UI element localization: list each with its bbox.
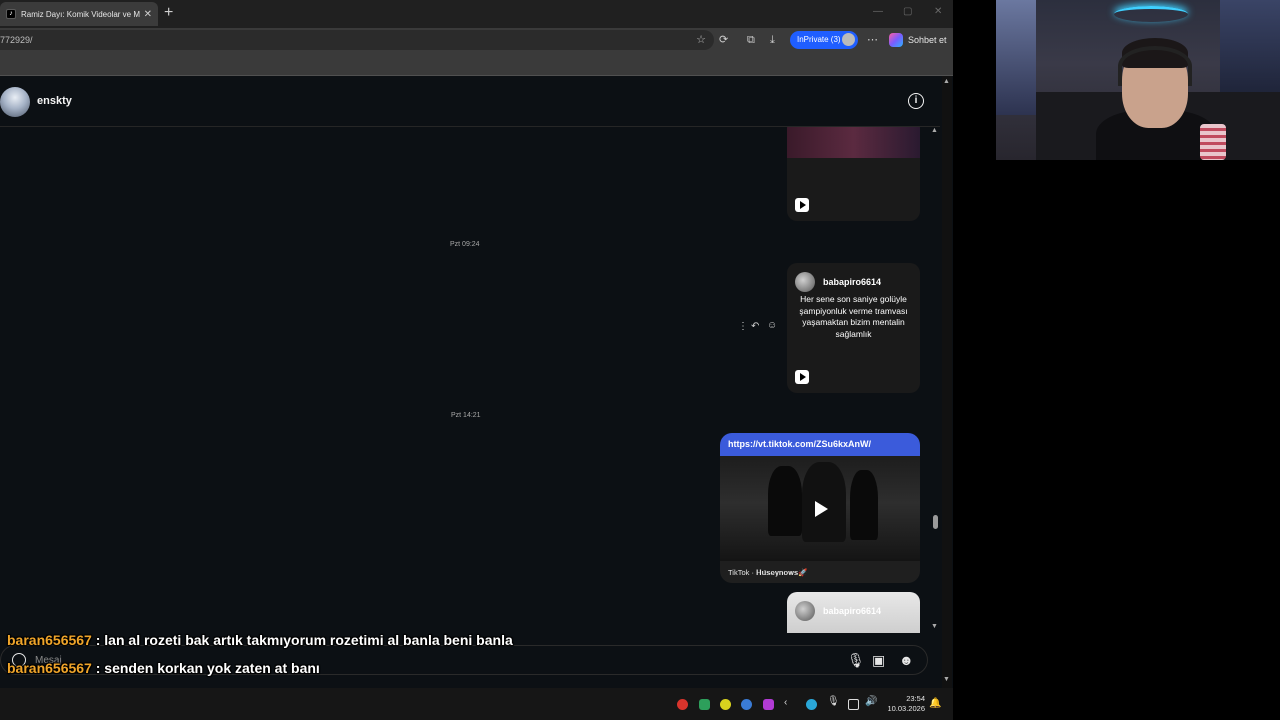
volume-icon[interactable]: 🔊: [865, 696, 877, 707]
new-tab-button[interactable]: +: [164, 3, 173, 23]
stream-chat-line: baran656567 : senden korkan yok zaten at…: [7, 660, 320, 676]
link-url[interactable]: https://vt.tiktok.com/ZSu6kxAnW/: [728, 439, 871, 449]
app-tray-icon[interactable]: [741, 699, 752, 710]
stream-chat-line: baran656567 : lan al rozeti bak artık ta…: [7, 632, 513, 648]
tab-title: Ramiz Dayı: Komik Videolar ve Mo: [21, 9, 140, 19]
clock-date: 10.03.2026: [887, 704, 925, 713]
post-author: babapiro6614: [823, 277, 882, 287]
extensions-icon[interactable]: ⧉: [747, 34, 755, 46]
reel-play-icon: [795, 370, 809, 384]
drink-cup: [1200, 124, 1226, 160]
tab-bar: ♪ Ramiz Dayı: Komik Videolar ve Mo ✕ + —…: [0, 0, 953, 28]
post-caption: Her sene son saniye golüyle şampiyonluk …: [799, 294, 908, 339]
copilot-label: Sohbet et: [908, 35, 947, 45]
microphone-tray-icon[interactable]: 🎙: [827, 696, 840, 707]
inprivate-button[interactable]: InPrivate (3): [790, 31, 858, 49]
microphone-icon[interactable]: 🎙: [847, 652, 865, 668]
timestamp: Pzt 09:24: [450, 241, 480, 248]
link-header: https://vt.tiktok.com/ZSu6kxAnW/: [720, 433, 920, 456]
image-icon[interactable]: ▣: [872, 652, 885, 668]
sticker-icon[interactable]: ☻: [899, 652, 914, 668]
browser-toolbar: 772929/ ☆ ⟳ ⧉ ⤓ InPrivate (3) ⋯ Sohbet e…: [0, 28, 953, 52]
shared-post-card[interactable]: babapiro6614: [787, 592, 920, 633]
favorite-star-icon[interactable]: ☆: [696, 33, 706, 46]
tiktok-icon: ♪: [6, 9, 16, 19]
link-caption: TikTok · 𝐇𝐮̈𝐬𝐞𝐲𝐧𝐨𝐰𝐬🚀: [728, 568, 808, 577]
info-icon[interactable]: i: [908, 93, 924, 109]
contact-avatar[interactable]: [0, 87, 30, 117]
browser-window: ♪ Ramiz Dayı: Komik Videolar ve Mo ✕ + —…: [0, 0, 953, 688]
shared-post-card[interactable]: babapiro6614 Her sene son saniye golüyle…: [787, 263, 920, 393]
chevron-left-icon[interactable]: ‹: [784, 697, 795, 708]
taskbar-clock[interactable]: 23:54 10.03.2026: [882, 694, 925, 714]
bookmark-bar: [0, 52, 953, 76]
refresh-icon[interactable]: ⟳: [719, 34, 728, 46]
page-scroll-up-arrow[interactable]: ▲: [943, 78, 950, 85]
taskbar: ‹ 🎙 🔊: [0, 688, 953, 720]
thumbnail-figure: [850, 470, 878, 540]
video-thumbnail[interactable]: [720, 456, 920, 561]
shared-post-card[interactable]: [787, 127, 920, 221]
thumbnail-figure: [768, 466, 802, 536]
webcam-window: [996, 0, 1036, 115]
app-tray-icon[interactable]: [677, 699, 688, 710]
address-url: 772929/: [0, 35, 33, 45]
contact-username[interactable]: enskty: [37, 95, 72, 107]
play-icon: [815, 501, 828, 517]
react-emoji-icon[interactable]: ☺: [767, 320, 777, 331]
webcam-window: [1220, 0, 1280, 100]
notification-bell-icon[interactable]: 🔔: [929, 698, 941, 709]
inprivate-label: InPrivate (3): [797, 35, 841, 44]
reply-icon[interactable]: ↶: [751, 321, 759, 332]
copilot-icon: [889, 33, 903, 47]
close-window-icon[interactable]: ✕: [934, 6, 942, 17]
stream-chat-user: baran656567: [7, 660, 92, 676]
address-bar[interactable]: 772929/ ☆: [0, 30, 714, 50]
more-menu-icon[interactable]: ⋯: [867, 34, 878, 46]
headset: [1118, 46, 1192, 86]
app-tray-icon[interactable]: [806, 699, 817, 710]
reel-play-icon: [795, 198, 809, 212]
app-tray-icon[interactable]: [699, 699, 710, 710]
post-author-avatar: [795, 272, 815, 292]
page-scrollbar[interactable]: ▲ ▼: [942, 76, 952, 688]
screen: ♪ Ramiz Dayı: Komik Videolar ve Mo ✕ + —…: [0, 0, 1280, 720]
page-scroll-down-arrow[interactable]: ▼: [943, 676, 950, 683]
post-author-avatar: [795, 601, 815, 621]
message-list: Pzt 09:24 ⋮ ↶ ☺ babapiro6614 Her sene so…: [0, 127, 930, 633]
maximize-icon[interactable]: ▢: [903, 6, 912, 17]
chat-scrollbar[interactable]: ▲ ▼: [930, 127, 940, 633]
message-more-icon[interactable]: ⋮: [738, 321, 748, 332]
close-tab-icon[interactable]: ✕: [144, 9, 152, 20]
stream-chat-user: baran656567: [7, 632, 92, 648]
chat-header: enskty i: [0, 76, 940, 127]
post-author: babapiro6614: [823, 606, 882, 616]
scroll-down-arrow[interactable]: ▼: [931, 623, 938, 630]
stream-chat-message: : lan al rozeti bak artık takmıyorum roz…: [91, 632, 513, 648]
webcam-overlay: [996, 0, 1280, 160]
clock-time: 23:54: [906, 694, 925, 703]
link-message[interactable]: https://vt.tiktok.com/ZSu6kxAnW/ TikTok …: [720, 433, 920, 583]
copilot-chat-button[interactable]: Sohbet et: [889, 33, 947, 47]
download-icon[interactable]: ⤓: [770, 34, 775, 46]
app-tray-icon[interactable]: [763, 699, 774, 710]
scroll-up-arrow[interactable]: ▲: [931, 127, 938, 134]
post-thumbnail: [787, 127, 920, 158]
app-tray-icon[interactable]: [720, 699, 731, 710]
minimize-icon[interactable]: —: [873, 6, 883, 17]
neon-sign: [1114, 6, 1188, 22]
display-tray-icon[interactable]: [848, 699, 859, 710]
scrollbar-thumb[interactable]: [933, 515, 938, 529]
tab-tiktok[interactable]: ♪ Ramiz Dayı: Komik Videolar ve Mo ✕: [0, 2, 158, 26]
profile-avatar: [842, 33, 855, 46]
timestamp: Pzt 14:21: [451, 412, 481, 419]
stream-chat-message: : senden korkan yok zaten at banı: [91, 660, 320, 676]
